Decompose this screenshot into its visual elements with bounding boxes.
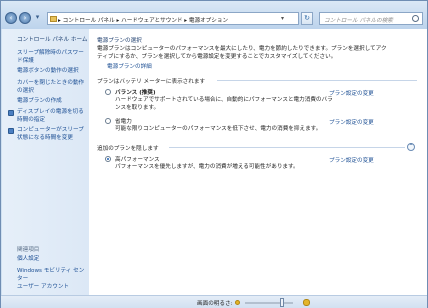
address-bar[interactable]: ▸ コントロール パネル ▸ ハードウェアとサウンド ▸ 電源オプション ▾ [47, 12, 299, 25]
sidebar-item-power-button[interactable]: 電源ボタンの動作の選択 [17, 68, 87, 76]
sidebar-item-lid-close[interactable]: カバーを閉じたときの動作の選択 [17, 80, 87, 95]
forward-icon[interactable]: › [19, 12, 31, 24]
sidebar-item-display-off-time[interactable]: ディスプレイの電源を切る時間の指定 [17, 109, 87, 124]
brightness-slider[interactable] [245, 302, 293, 304]
control-panel-window: ‹ › ▾ ▸ コントロール パネル ▸ ハードウェアとサウンド ▸ 電源オプシ… [0, 0, 428, 308]
power-saver-plan-name: 省電力 [115, 119, 132, 125]
battery-meter-group-title: プランはバッテリ メーターに表示されます [97, 79, 206, 85]
brightness-label: 画面の明るさ: [197, 301, 233, 307]
brightness-slider-thumb[interactable] [280, 298, 284, 307]
moon-icon [8, 128, 14, 134]
high-performance-plan-name: 高パフォーマンス [115, 157, 160, 163]
main-content: 電源プランの選択 電源プランはコンピューターのパフォーマンスを最大にしたり、電力… [89, 29, 427, 295]
chevron-down-icon[interactable]: ▾ [281, 15, 284, 22]
search-placeholder: コントロール パネルの検索 [324, 18, 393, 24]
high-performance-plan-radio[interactable] [105, 156, 111, 162]
group-divider [217, 80, 417, 81]
power-saver-plan-settings-link[interactable]: プラン設定の変更 [329, 118, 374, 126]
sidebar-item-create-plan[interactable]: 電源プランの作成 [17, 98, 87, 106]
brightness-high-icon [303, 299, 310, 306]
breadcrumb: ▸ コントロール パネル ▸ ハードウェアとサウンド ▸ 電源オプション [58, 16, 228, 24]
group-divider [169, 147, 405, 148]
brightness-low-icon [235, 300, 240, 305]
status-bar: 画面の明るさ: [1, 295, 427, 308]
intro-text: 電源プランはコンピューターのパフォーマンスを最大にしたり、電力を節約したりできま… [97, 46, 387, 60]
high-performance-plan-description: パフォーマンスを優先しますが、電力の消費が増える可能性があります。 [115, 164, 299, 170]
sidebar-item-sleep-time[interactable]: コンピューターがスリープ状態になる時間を変更 [17, 127, 89, 142]
sidebar: コントロール パネル ホーム スリープ解除時のパスワード保護 電源ボタンの動作の… [2, 29, 89, 295]
balanced-plan-settings-link[interactable]: プラン設定の変更 [329, 89, 374, 97]
balanced-plan-description: ハードウェアでサポートされている場合に、自動的にパフォーマンスと電力消費のバラン… [115, 97, 333, 111]
balanced-plan-name: バランス (推奨) [115, 90, 156, 96]
breadcrumb-hardware-and-sound[interactable]: ハードウェアとサウンド [121, 18, 182, 24]
see-also-heading: 関連項目 [17, 247, 40, 253]
display-icon [8, 110, 14, 116]
high-performance-plan-settings-link[interactable]: プラン設定の変更 [329, 156, 374, 164]
back-icon[interactable]: ‹ [5, 12, 17, 24]
power-saver-plan-radio[interactable] [105, 118, 111, 124]
collapse-icon[interactable]: ⌃ [407, 143, 415, 151]
refresh-icon[interactable]: ↻ [301, 12, 313, 25]
page-title: 電源プランの選択 [97, 38, 142, 44]
sidebar-item-mobility-center[interactable]: Windows モビリティ センター [17, 268, 89, 283]
sidebar-home-link[interactable]: コントロール パネル ホーム [17, 35, 88, 43]
control-panel-icon [50, 16, 57, 22]
balanced-plan-radio[interactable] [105, 89, 111, 95]
sidebar-item-password-on-wakeup[interactable]: スリープ解除時のパスワード保護 [17, 50, 87, 65]
navigation-bar: ‹ › ▾ ▸ コントロール パネル ▸ ハードウェアとサウンド ▸ 電源オプシ… [1, 1, 427, 29]
breadcrumb-control-panel[interactable]: コントロール パネル [63, 18, 115, 24]
breadcrumb-power-options[interactable]: 電源オプション [189, 18, 228, 24]
power-plan-details-link[interactable]: 電源プランの詳細 [107, 62, 152, 70]
sidebar-item-personalization[interactable]: 個人設定 [17, 256, 87, 264]
extra-plans-group-title: 追加のプランを隠します [97, 146, 159, 152]
search-input[interactable]: コントロール パネルの検索 [319, 12, 423, 25]
sidebar-item-user-accounts[interactable]: ユーザー アカウント [17, 284, 87, 292]
recent-pages-icon[interactable]: ▾ [33, 12, 42, 24]
power-saver-plan-description: 可能な限りコンピューターのパフォーマンスを低下させ、電力の消費を抑えます。 [115, 126, 322, 132]
search-icon[interactable] [412, 15, 419, 22]
